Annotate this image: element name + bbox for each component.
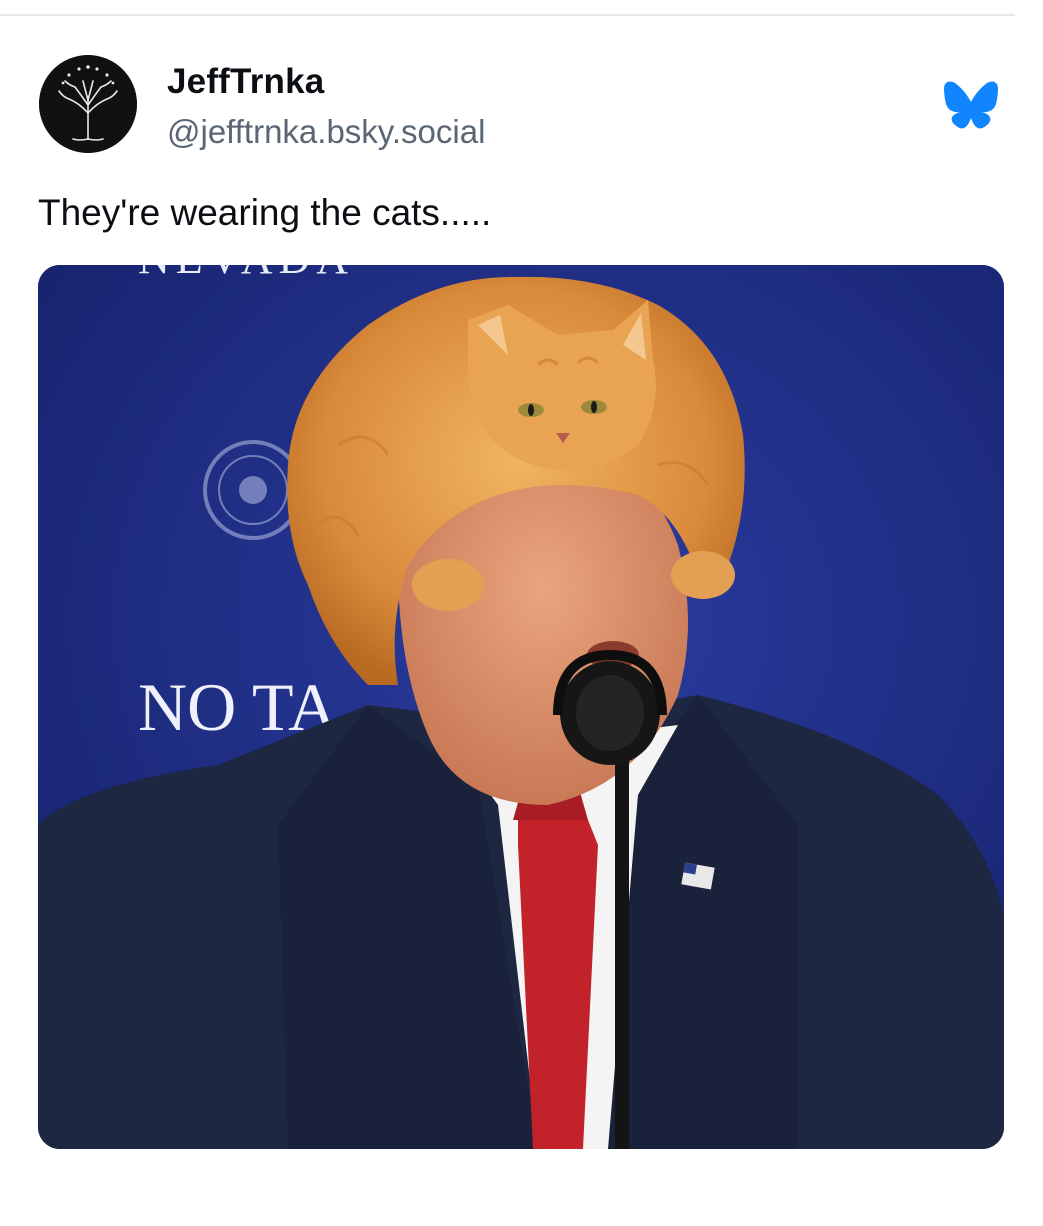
post-footer-partial <box>38 1186 1018 1226</box>
white-tree-icon <box>39 55 137 153</box>
author-handle[interactable]: @jefftrnka.bsky.social <box>167 113 485 151</box>
author-display-name[interactable]: JeffTrnka <box>167 62 324 102</box>
post-text: They're wearing the cats..... <box>38 192 492 233</box>
presidential-seal <box>203 440 303 540</box>
sign-text-top: NEVADA <box>138 265 354 283</box>
author-avatar[interactable] <box>39 55 137 153</box>
post-image-illustration: NEVADA NO TA <box>38 265 1004 1149</box>
top-divider <box>0 14 1015 16</box>
bluesky-butterfly-icon[interactable] <box>943 80 999 130</box>
post-footer-text <box>38 1186 47 1222</box>
post-image[interactable]: NEVADA NO TA <box>38 265 1004 1149</box>
